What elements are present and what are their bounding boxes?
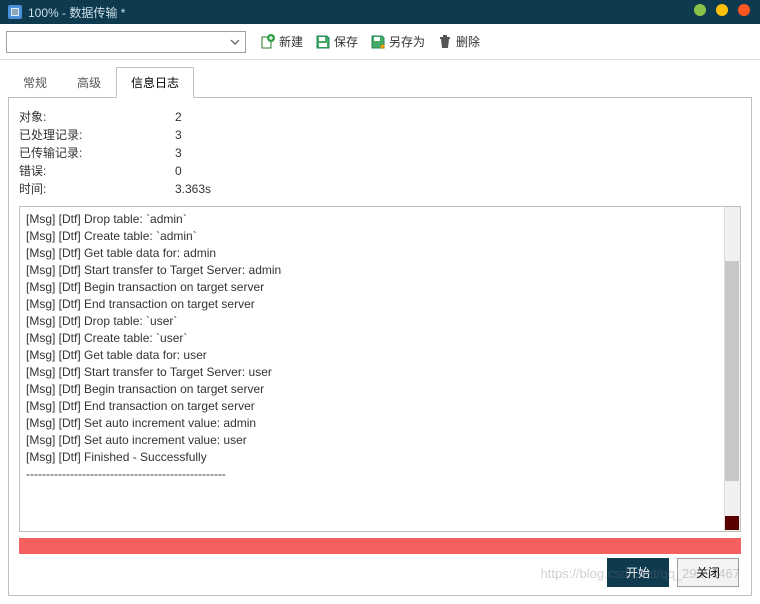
stats-processed-value: 3 [175, 126, 182, 144]
minimize-dot[interactable] [694, 4, 706, 16]
scroll-thumb[interactable] [725, 261, 739, 481]
close-button[interactable]: 关闭 [677, 558, 739, 587]
delete-label: 删除 [456, 33, 480, 50]
trash-icon [437, 34, 453, 50]
maximize-dot[interactable] [716, 4, 728, 16]
tab-log[interactable]: 信息日志 [116, 67, 194, 98]
window-title: 100% - 数据传输 * [28, 4, 125, 21]
progress-bar [19, 538, 741, 554]
save-icon [315, 34, 331, 50]
stats-objects-value: 2 [175, 108, 182, 126]
stats-time-label: 时间: [19, 180, 175, 198]
app-icon [8, 5, 22, 19]
tab-general[interactable]: 常规 [8, 67, 62, 98]
stats-table: 对象:2 已处理记录:3 已传输记录:3 错误:0 时间:3.363s [19, 108, 741, 198]
stats-transferred-value: 3 [175, 144, 182, 162]
new-icon [260, 34, 276, 50]
saveas-label: 另存为 [389, 33, 425, 50]
tab-panel-log: 对象:2 已处理记录:3 已传输记录:3 错误:0 时间:3.363s [Msg… [8, 98, 752, 596]
scrollbar[interactable] [724, 207, 740, 531]
close-dot[interactable] [738, 4, 750, 16]
save-label: 保存 [334, 33, 358, 50]
tabs: 常规 高级 信息日志 [8, 66, 752, 98]
stats-transferred-label: 已传输记录: [19, 144, 175, 162]
toolbar: 新建 保存 另存为 删除 [0, 24, 760, 60]
titlebar: 100% - 数据传输 * [0, 0, 760, 24]
new-label: 新建 [279, 33, 303, 50]
stats-processed-label: 已处理记录: [19, 126, 175, 144]
profile-select[interactable] [6, 31, 246, 53]
stats-objects-label: 对象: [19, 108, 175, 126]
scroll-bottom-mark [725, 516, 739, 530]
tab-advanced[interactable]: 高级 [62, 67, 116, 98]
window-controls [694, 4, 750, 16]
new-button[interactable]: 新建 [256, 31, 307, 52]
log-box: [Msg] [Dtf] Drop table: `admin` [Msg] [D… [19, 206, 741, 532]
content: 常规 高级 信息日志 对象:2 已处理记录:3 已传输记录:3 错误:0 时间:… [0, 60, 760, 604]
chevron-down-icon [227, 34, 243, 50]
start-button[interactable]: 开始 [607, 558, 669, 587]
log-content[interactable]: [Msg] [Dtf] Drop table: `admin` [Msg] [D… [20, 207, 740, 531]
delete-button[interactable]: 删除 [433, 31, 484, 52]
stats-errors-value: 0 [175, 162, 182, 180]
save-button[interactable]: 保存 [311, 31, 362, 52]
footer-buttons: 开始 关闭 [607, 558, 739, 587]
stats-errors-label: 错误: [19, 162, 175, 180]
saveas-icon [370, 34, 386, 50]
saveas-button[interactable]: 另存为 [366, 31, 429, 52]
stats-time-value: 3.363s [175, 180, 211, 198]
